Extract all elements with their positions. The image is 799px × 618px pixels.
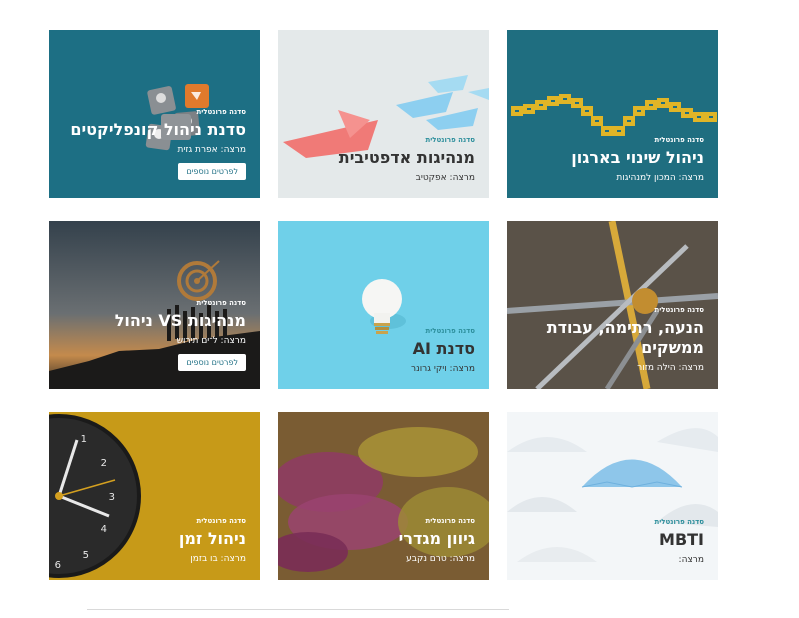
card-lecturer: מרצה: המכון למנהיגות (616, 173, 704, 183)
card-lecturer: מרצה: אפקטיב (415, 173, 475, 183)
card-title: MBTI (659, 530, 704, 549)
more-details-button[interactable]: לפרטים נוספים (178, 354, 246, 371)
card-tag: סדנה פרונטלית (196, 517, 246, 525)
card-title: גיוון מגדרי (398, 529, 475, 548)
card-lecturer: מרצה: אפרת גזית (177, 145, 246, 155)
card-tag: סדנה פרונטלית (654, 518, 704, 526)
card-time-management[interactable]: 1 2 3 4 5 6 7 סדנה פרונטלית ניהול זמן מר… (49, 412, 260, 580)
card-tag: סדנה פרונטלית (196, 108, 246, 116)
card-motivation[interactable]: סדנה פרונטלית הנעה, רתימה, עבודת ממשקים … (507, 221, 718, 389)
card-title: ניהול זמן (178, 529, 246, 548)
card-mbti[interactable]: סדנה פרונטלית MBTI מרצה: (507, 412, 718, 580)
card-lecturer: מרצה: ל־ים תירוש (176, 336, 246, 346)
svg-text:2: 2 (101, 458, 107, 469)
card-tag: סדנה פרונטלית (654, 306, 704, 314)
card-tag: סדנה פרונטלית (425, 327, 475, 335)
card-leadership-vs-management[interactable]: סדנה פרונטלית מנהיגות VS ניהול מרצה: ל־י… (49, 221, 260, 389)
card-ai-workshop[interactable]: סדנה פרונטלית סדנת AI מרצה: ויקי גרונר (278, 221, 489, 389)
card-gender-diversity[interactable]: סדנה פרונטלית גיוון מגדרי מרצה: טרם נקבע (278, 412, 489, 580)
svg-text:1: 1 (81, 434, 87, 445)
card-tag: סדנה פרונטלית (196, 299, 246, 307)
card-lecturer: מרצה: (678, 555, 704, 565)
card-title-line1: הנעה, רתימה, עבודת (546, 318, 704, 337)
more-details-button[interactable]: לפרטים נוספים (178, 163, 246, 180)
card-adaptive-leadership[interactable]: סדנה פרונטלית מנהיגות אדפטיבית מרצה: אפק… (278, 30, 489, 198)
card-title-line2: ממשקים (641, 338, 704, 357)
divider (87, 609, 509, 610)
card-tag: סדנה פרונטלית (425, 517, 475, 525)
card-title: הנעה, רתימה, עבודת ממשקים (517, 318, 704, 358)
card-tag: סדנה פרונטלית (425, 136, 475, 144)
card-title: סדנת AI (412, 339, 475, 358)
card-tag: סדנה פרונטלית (654, 136, 704, 144)
card-lecturer: מרצה: בו בזמן (190, 554, 246, 564)
svg-text:3: 3 (109, 492, 115, 503)
card-title: סדנת ניהול קונפליקטים (70, 120, 246, 139)
card-lecturer: מרצה: טרם נקבע (406, 554, 475, 564)
card-title: מנהיגות אדפטיבית (338, 148, 475, 167)
card-lecturer: מרצה: ויקי גרונר (411, 364, 475, 374)
card-title: ניהול שינוי בארגון (571, 148, 704, 167)
card-title: מנהיגות VS ניהול (114, 311, 246, 330)
card-conflict-management[interactable]: סדנה פרונטלית סדנת ניהול קונפליקטים מרצה… (49, 30, 260, 198)
card-change-management[interactable]: סדנה פרונטלית ניהול שינוי בארגון מרצה: ה… (507, 30, 718, 198)
card-lecturer: מרצה: הילה מזור (637, 363, 704, 373)
